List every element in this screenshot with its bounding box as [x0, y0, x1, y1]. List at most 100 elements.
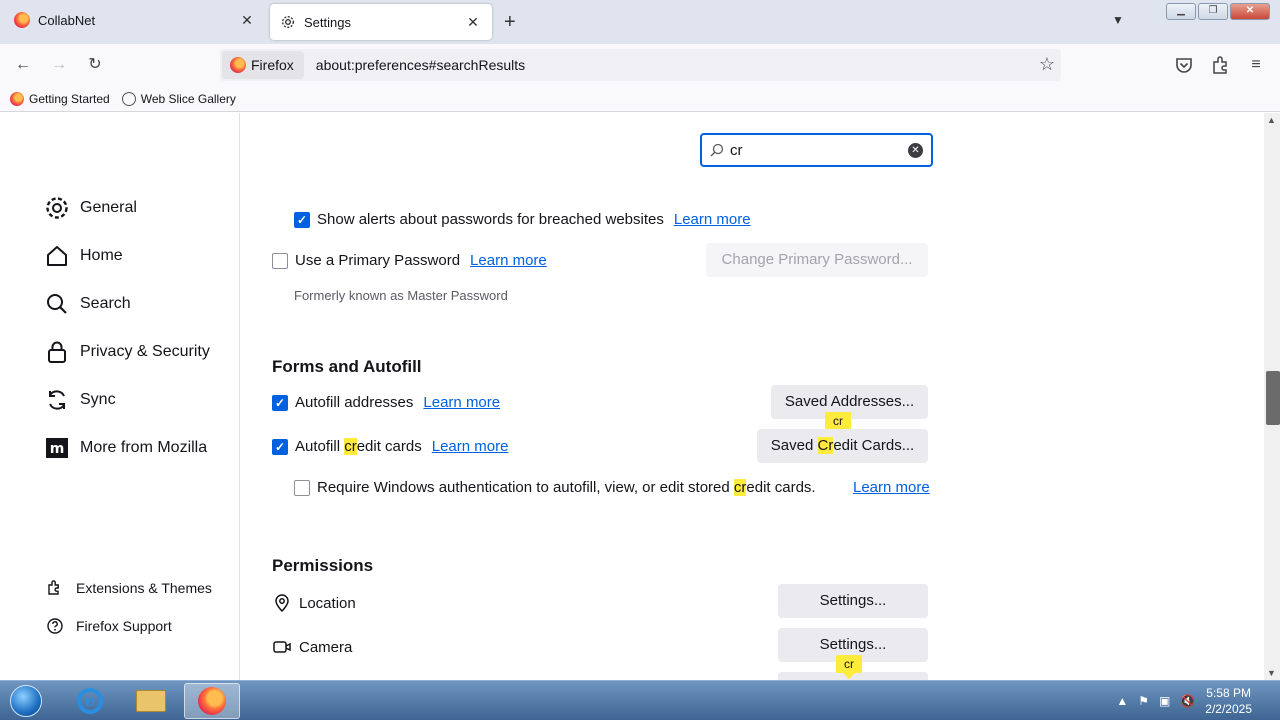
pocket-icon[interactable] [1173, 54, 1195, 76]
sidebar-item-label: Home [80, 247, 123, 264]
change-primary-password-button[interactable]: Change Primary Password... [706, 243, 928, 277]
internet-explorer-icon: e [77, 688, 103, 714]
search-highlight-tooltip: cr [825, 412, 851, 436]
primary-password-label: Use a Primary Password [295, 252, 461, 269]
folder-icon [136, 690, 166, 712]
learn-more-link[interactable]: Learn more [470, 252, 547, 269]
close-tab-icon[interactable]: ✕ [238, 12, 256, 29]
search-icon [47, 294, 67, 314]
reload-icon[interactable]: ↻ [84, 54, 106, 76]
bookmark-web-slice-gallery[interactable]: Web Slice Gallery [121, 91, 236, 106]
location-row: Location [272, 593, 356, 613]
camera-label: Camera [299, 638, 353, 656]
url-bar[interactable]: Firefox about:preferences#searchResults … [220, 49, 1061, 81]
url-text[interactable]: about:preferences#searchResults [316, 57, 525, 73]
clock-time: 5:58 PM [1206, 686, 1251, 700]
camera-row: Camera [272, 637, 352, 657]
menu-icon[interactable]: ≡ [1245, 54, 1267, 76]
search-input[interactable] [730, 141, 900, 159]
start-button[interactable] [4, 683, 48, 719]
breach-alerts-label: Show alerts about passwords for breached… [317, 211, 664, 228]
chevron-down-icon[interactable]: ▼ [1112, 13, 1124, 27]
clock[interactable]: 5:58 PM 2/2/2025 [1205, 685, 1252, 717]
taskbar-file-explorer[interactable] [123, 683, 179, 719]
sidebar-item-sync[interactable]: Sync [44, 387, 116, 413]
restore-icon[interactable]: ❐ [1198, 3, 1228, 20]
extensions-icon[interactable] [1209, 54, 1231, 76]
preferences-content: General Home Search Privacy & Security S… [0, 113, 1264, 680]
minimize-icon[interactable]: ▁ [1166, 3, 1196, 20]
bookmark-label: Web Slice Gallery [140, 91, 236, 106]
help-icon [47, 618, 63, 634]
star-icon[interactable]: ☆ [1039, 54, 1055, 75]
autofill-addresses-row: ✓ Autofill addresses Learn more [272, 394, 500, 411]
require-windows-auth-checkbox[interactable] [294, 479, 310, 496]
location-icon [275, 594, 289, 613]
sidebar-item-more-from-mozilla[interactable]: m More from Mozilla [44, 435, 207, 461]
taskbar-firefox[interactable] [184, 683, 240, 719]
window-controls: ▁ ❐ ✕ [1166, 3, 1270, 20]
scrollbar-thumb[interactable] [1266, 371, 1280, 425]
identity-box[interactable]: Firefox [222, 51, 304, 79]
learn-more-link[interactable]: Learn more [674, 211, 751, 228]
require-windows-auth-row: Require Windows authentication to autofi… [294, 479, 816, 496]
autofill-addresses-label: Autofill addresses [295, 394, 414, 411]
autofill-addresses-checkbox[interactable]: ✓ [272, 394, 288, 411]
autofill-credit-cards-label: Autofill credit cards [295, 438, 422, 455]
navigation-toolbar: ← → ↻ Firefox about:preferences#searchRe… [0, 44, 1280, 86]
tab-title: CollabNet [38, 12, 96, 28]
sidebar-item-general[interactable]: General [44, 195, 137, 221]
bookmark-getting-started[interactable]: Getting Started [10, 91, 110, 106]
volume-muted-icon[interactable]: 🔇 [1180, 694, 1195, 708]
taskbar-internet-explorer[interactable]: e [62, 683, 118, 719]
back-icon[interactable]: ← [12, 54, 34, 76]
learn-more-link[interactable]: Learn more [853, 479, 930, 496]
breach-alerts-row: ✓ Show alerts about passwords for breach… [294, 211, 751, 228]
forms-autofill-heading: Forms and Autofill [272, 357, 422, 376]
action-center-flag-icon[interactable]: ⚑ [1138, 694, 1149, 708]
tab-collabnet[interactable]: CollabNet ✕ [0, 2, 266, 38]
learn-more-link[interactable]: Learn more [423, 394, 500, 411]
sidebar-item-home[interactable]: Home [44, 243, 123, 269]
sidebar-item-search[interactable]: Search [44, 291, 131, 317]
search-box: ✕ [700, 133, 933, 167]
learn-more-link[interactable]: Learn more [432, 438, 509, 455]
sync-icon [49, 390, 65, 410]
sidebar-item-extensions-themes[interactable]: Extensions & Themes [46, 579, 212, 597]
location-label: Location [299, 594, 356, 612]
tab-settings[interactable]: Settings ✕ [270, 4, 492, 40]
require-windows-auth-label: Require Windows authentication to autofi… [317, 479, 816, 496]
location-settings-button[interactable]: Settings... [778, 584, 928, 618]
network-icon[interactable]: ▣ [1159, 694, 1170, 708]
forward-icon[interactable]: → [48, 54, 70, 76]
show-hidden-icons-icon[interactable]: ▲ [1116, 694, 1128, 708]
sidebar-item-label: Firefox Support [76, 618, 172, 634]
primary-password-checkbox[interactable] [272, 252, 288, 269]
saved-credit-cards-button[interactable]: Saved Credit Cards... [757, 429, 928, 463]
gear-icon [46, 197, 68, 219]
scroll-up-icon[interactable]: ▲ [1267, 115, 1276, 125]
sidebar-item-label: Sync [80, 391, 116, 408]
camera-icon [273, 641, 291, 653]
sidebar-item-label: Search [80, 295, 131, 312]
close-tab-icon[interactable]: ✕ [464, 14, 482, 31]
breach-alerts-checkbox[interactable]: ✓ [294, 211, 310, 228]
search-icon [710, 143, 724, 157]
sidebar-item-firefox-support[interactable]: Firefox Support [46, 617, 172, 635]
autofill-credit-cards-checkbox[interactable]: ✓ [272, 438, 288, 455]
sidebar-item-label: General [80, 199, 137, 216]
bookmarks-toolbar: Getting Started Web Slice Gallery [0, 86, 1280, 112]
tab-title: Settings [304, 14, 351, 30]
gear-icon [282, 16, 294, 28]
new-tab-icon[interactable]: + [504, 12, 516, 32]
identity-label: Firefox [251, 57, 294, 73]
clear-search-icon[interactable]: ✕ [908, 143, 923, 158]
windows-taskbar: e ▲ ⚑ ▣ 🔇 5:58 PM 2/2/2025 [0, 680, 1280, 720]
sidebar-item-privacy-security[interactable]: Privacy & Security [44, 339, 210, 365]
scroll-down-icon[interactable]: ▼ [1267, 668, 1276, 678]
permissions-heading: Permissions [272, 556, 374, 575]
close-window-icon[interactable]: ✕ [1230, 3, 1270, 20]
mozilla-icon: m [46, 438, 68, 458]
firefox-icon [10, 91, 24, 106]
vertical-scrollbar[interactable]: ▲ ▼ [1264, 113, 1280, 680]
